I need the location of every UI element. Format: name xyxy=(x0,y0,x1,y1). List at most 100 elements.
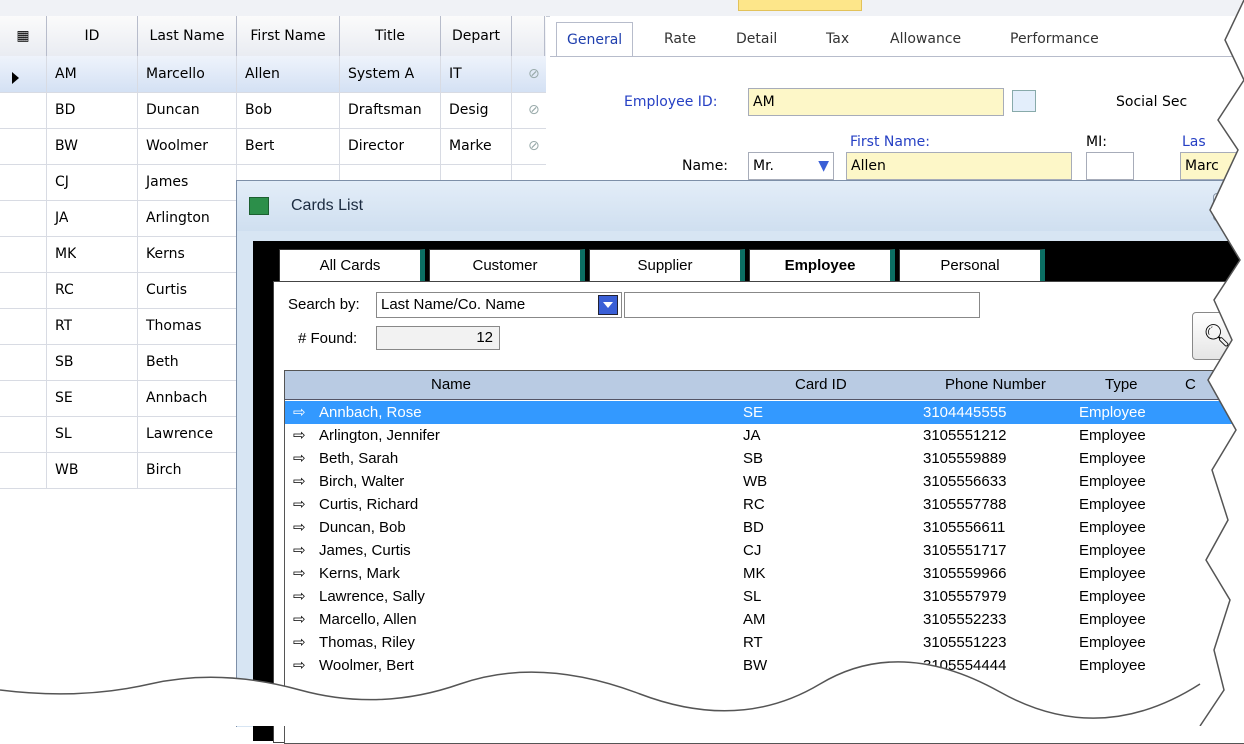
list-item[interactable]: ⇨ Curtis, Richard RC 3105557788 Employee xyxy=(285,493,1244,516)
cell-id[interactable]: BD xyxy=(47,92,75,128)
list-item[interactable]: ⇨ Beth, Sarah SB 3105559889 Employee xyxy=(285,447,1244,470)
chevron-down-icon[interactable] xyxy=(598,295,618,315)
cell-last[interactable]: Marcello xyxy=(138,56,205,92)
cell-id[interactable]: WB xyxy=(47,452,78,488)
list-item[interactable]: ⇨ Annbach, Rose SE 3104445555 Employee xyxy=(285,401,1244,424)
col-header-id[interactable]: ID xyxy=(47,16,138,56)
cell-id[interactable]: SE xyxy=(47,380,73,416)
arrow-right-icon[interactable]: ⇨ xyxy=(293,585,306,608)
cell-first[interactable]: Bert xyxy=(237,128,274,164)
arrow-right-icon[interactable]: ⇨ xyxy=(293,470,306,493)
list-col-name[interactable]: Name xyxy=(431,371,471,399)
cell-dept[interactable]: Desig xyxy=(441,92,488,128)
col-header-depart[interactable]: Depart xyxy=(441,16,512,56)
attachment-icon[interactable]: ⊘ xyxy=(520,128,540,164)
list-item[interactable]: ⇨ Thomas, Riley RT 3105551223 Employee xyxy=(285,631,1244,654)
list-col-card-id[interactable]: Card ID xyxy=(795,371,847,399)
window-title: Cards List xyxy=(291,197,364,214)
cell-id[interactable]: SL xyxy=(47,416,72,452)
cell-id[interactable]: RC xyxy=(47,272,74,308)
table-row[interactable]: AM Marcello Allen System A IT ⊘ xyxy=(0,56,546,93)
cell-last[interactable]: Lawrence xyxy=(138,416,213,452)
tab-allowance[interactable]: Allowance xyxy=(890,22,961,56)
salutation-select[interactable]: Mr. ▼ xyxy=(748,152,834,180)
cell-last[interactable]: Thomas xyxy=(138,308,202,344)
list-cell-name: Arlington, Jennifer xyxy=(319,427,440,444)
cell-last[interactable]: Duncan xyxy=(138,92,200,128)
cell-last[interactable]: Curtis xyxy=(138,272,187,308)
arrow-right-icon[interactable]: ⇨ xyxy=(293,516,306,539)
list-item[interactable]: ⇨ Duncan, Bob BD 3105556611 Employee xyxy=(285,516,1244,539)
tab-general[interactable]: General xyxy=(556,22,634,57)
list-item[interactable]: ⇨ James, Curtis CJ 3105551717 Employee xyxy=(285,539,1244,562)
cell-id[interactable]: MK xyxy=(47,236,76,272)
cell-last[interactable]: Annbach xyxy=(138,380,207,416)
tab-rate[interactable]: Rate xyxy=(664,22,696,56)
tab-personal[interactable]: Personal xyxy=(899,249,1045,283)
arrow-right-icon[interactable]: ⇨ xyxy=(293,539,306,562)
cell-last[interactable]: Birch xyxy=(138,452,182,488)
list-item[interactable]: ⇨ Woolmer, Bert BW 3105554444 Employee xyxy=(285,654,1244,677)
cell-dept[interactable]: IT xyxy=(441,56,462,92)
search-button[interactable]: 🔍︎ xyxy=(1192,312,1244,360)
cell-title[interactable]: Draftsman xyxy=(340,92,422,128)
tab-all-cards[interactable]: All Cards xyxy=(279,249,425,283)
minimize-button[interactable] xyxy=(1213,193,1244,221)
col-header-last-name[interactable]: Last Name xyxy=(138,16,237,56)
col-header-first-name[interactable]: First Name xyxy=(237,16,340,56)
list-item[interactable]: ⇨ Birch, Walter WB 3105556633 Employee xyxy=(285,470,1244,493)
tab-performance[interactable]: Performance xyxy=(1010,22,1099,56)
arrow-right-icon[interactable]: ⇨ xyxy=(293,562,306,585)
list-item[interactable]: ⇨ Marcello, Allen AM 3105552233 Employee xyxy=(285,608,1244,631)
col-header-attach[interactable] xyxy=(512,16,545,56)
tab-supplier[interactable]: Supplier xyxy=(589,249,745,283)
list-item[interactable]: ⇨ Lawrence, Sally SL 3105557979 Employee xyxy=(285,585,1244,608)
tab-detail[interactable]: Detail xyxy=(736,22,777,56)
cell-id[interactable]: CJ xyxy=(47,164,69,200)
list-cell-id: SE xyxy=(743,404,764,421)
arrow-right-icon[interactable]: ⇨ xyxy=(293,654,306,677)
mi-field[interactable] xyxy=(1086,152,1134,180)
first-name-field[interactable]: Allen xyxy=(846,152,1072,180)
search-by-select[interactable]: Last Name/Co. Name xyxy=(376,292,622,318)
employee-id-field[interactable]: AM xyxy=(748,88,1004,116)
list-item[interactable]: ⇨ Kerns, Mark MK 3105559966 Employee xyxy=(285,562,1244,585)
cell-id[interactable]: RT xyxy=(47,308,72,344)
window-titlebar[interactable]: Cards List xyxy=(237,181,1244,231)
table-row[interactable]: BW Woolmer Bert Director Marke ⊘ xyxy=(0,128,546,165)
cell-last[interactable]: Beth xyxy=(138,344,179,380)
arrow-right-icon[interactable]: ⇨ xyxy=(293,631,306,654)
cell-id[interactable]: AM xyxy=(47,56,77,92)
cell-id[interactable]: JA xyxy=(47,200,68,236)
cell-last[interactable]: Woolmer xyxy=(138,128,208,164)
cell-title[interactable]: Director xyxy=(340,128,404,164)
cell-dept[interactable]: Marke xyxy=(441,128,492,164)
tab-customer[interactable]: Customer xyxy=(429,249,585,283)
edit-notes-icon[interactable] xyxy=(1012,90,1036,112)
table-row[interactable]: BD Duncan Bob Draftsman Desig ⊘ xyxy=(0,92,546,129)
arrow-right-icon[interactable]: ⇨ xyxy=(293,493,306,516)
cell-first[interactable]: Allen xyxy=(237,56,280,92)
list-col-type[interactable]: Type xyxy=(1105,371,1138,399)
tab-tax[interactable]: Tax xyxy=(826,22,849,56)
list-item[interactable]: ⇨ Arlington, Jennifer JA 3105551212 Employee xyxy=(285,424,1244,447)
cell-title[interactable]: System A xyxy=(340,56,414,92)
arrow-right-icon[interactable]: ⇨ xyxy=(293,424,306,447)
cell-id[interactable]: SB xyxy=(47,344,74,380)
cell-id[interactable]: BW xyxy=(47,128,78,164)
search-input[interactable] xyxy=(624,292,980,318)
cell-first[interactable]: Bob xyxy=(237,92,272,128)
grid-options-icon[interactable]: ▦ xyxy=(0,16,47,56)
col-header-title[interactable]: Title xyxy=(340,16,441,56)
arrow-right-icon[interactable]: ⇨ xyxy=(293,401,306,424)
cell-last[interactable]: Kerns xyxy=(138,236,185,272)
arrow-right-icon[interactable]: ⇨ xyxy=(293,447,306,470)
cell-last[interactable]: James xyxy=(138,164,188,200)
list-col-c[interactable]: C xyxy=(1185,371,1196,399)
attachment-icon[interactable]: ⊘ xyxy=(520,56,540,92)
attachment-icon[interactable]: ⊘ xyxy=(520,92,540,128)
list-col-phone[interactable]: Phone Number xyxy=(945,371,1046,399)
cell-last[interactable]: Arlington xyxy=(138,200,210,236)
arrow-right-icon[interactable]: ⇨ xyxy=(293,608,306,631)
last-name-field[interactable]: Marc xyxy=(1180,152,1244,180)
